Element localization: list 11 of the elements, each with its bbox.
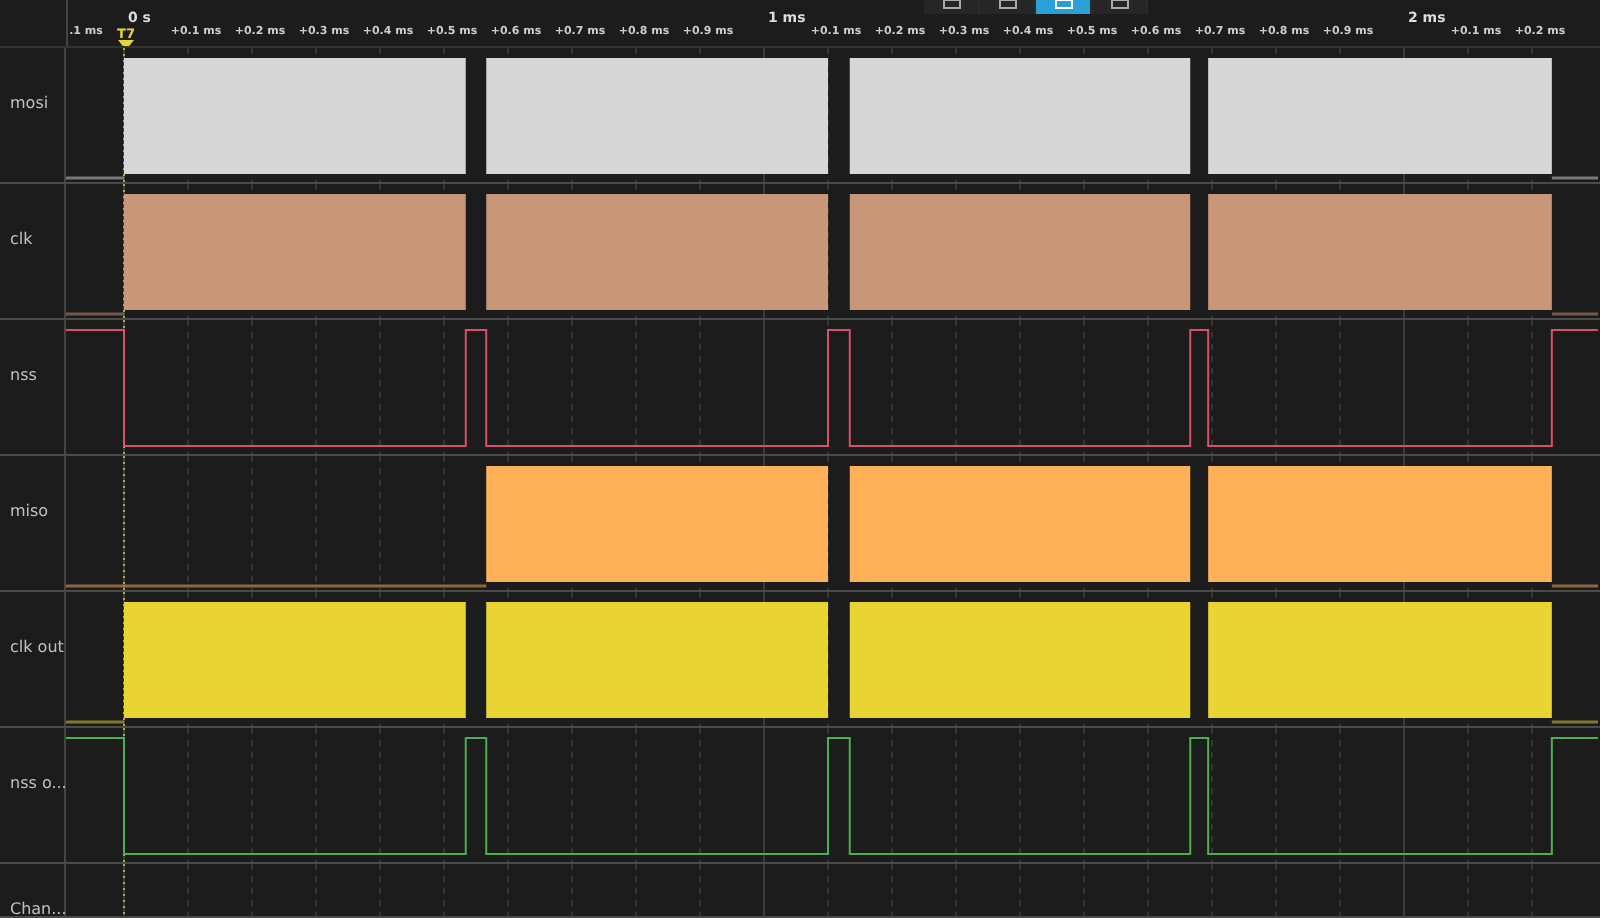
channel-name: mosi xyxy=(10,94,49,112)
tool-icon xyxy=(1109,0,1129,10)
channel-name: clk xyxy=(10,230,33,248)
channel-name: nss xyxy=(10,366,37,384)
channel-name: clk out xyxy=(10,638,64,656)
channel-name: miso xyxy=(10,502,49,520)
tool-icon xyxy=(997,0,1017,10)
tool-icon xyxy=(1053,0,1073,10)
channel-name: nss o... xyxy=(10,774,67,792)
channel-name: Chan... xyxy=(10,900,67,918)
tool-icon xyxy=(941,0,961,10)
